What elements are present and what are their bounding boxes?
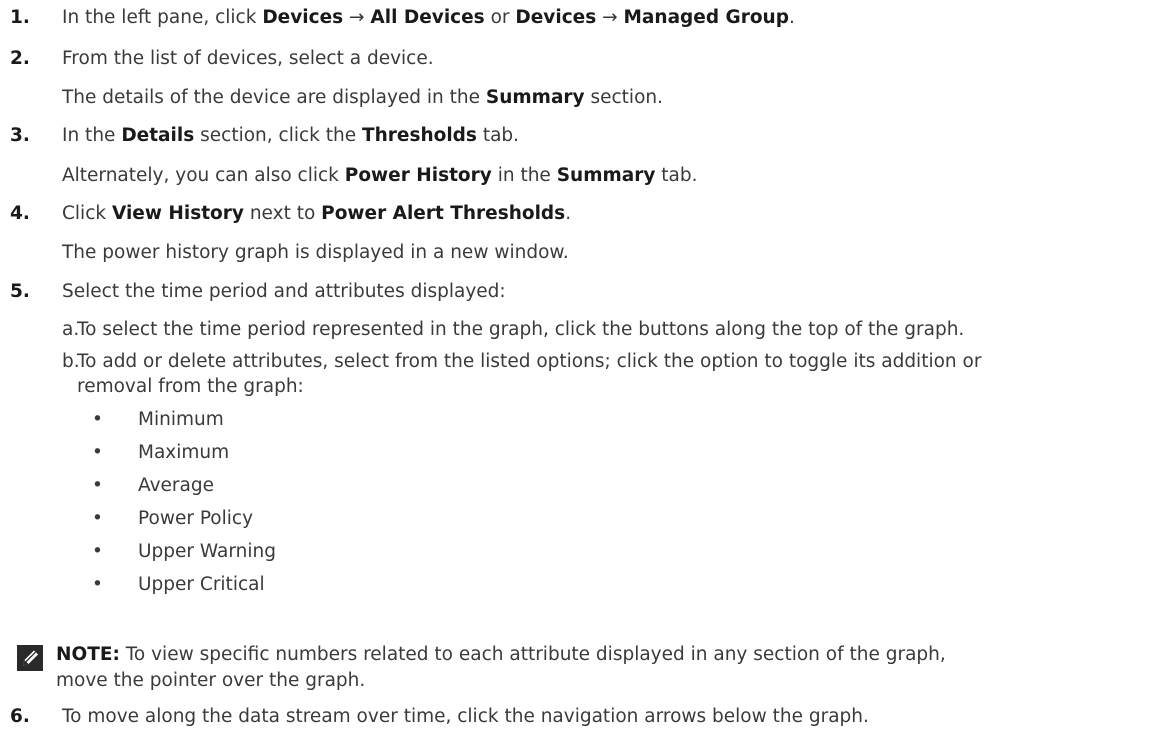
bullet-item: • Upper Critical bbox=[0, 573, 300, 597]
bullet-label: Upper Critical bbox=[138, 574, 265, 595]
bullet-item: • Power Policy bbox=[0, 507, 300, 531]
note-label: NOTE: bbox=[56, 644, 120, 665]
bullet-item: • Maximum bbox=[0, 441, 300, 465]
bullet-dot: • bbox=[92, 508, 103, 529]
step-number: 5. bbox=[10, 281, 30, 302]
bullet-item: • Upper Warning bbox=[0, 540, 300, 564]
step-2-result: The details of the device are displayed … bbox=[62, 87, 663, 108]
bullet-dot: • bbox=[92, 409, 103, 430]
substep-b-text-line-2: removal from the graph: bbox=[77, 376, 304, 397]
bullet-item: • Average bbox=[0, 474, 300, 498]
bullet-dot: • bbox=[92, 541, 103, 562]
step-4-text: Click View History next to Power Alert T… bbox=[62, 203, 572, 224]
step-number: 3. bbox=[10, 125, 30, 146]
bullet-item: • Minimum bbox=[0, 408, 300, 432]
note-pencil-icon bbox=[17, 645, 43, 671]
bullet-label: Maximum bbox=[138, 442, 230, 463]
step-3-text: In the Details section, click the Thresh… bbox=[62, 125, 520, 146]
document-page: 1. In the left pane, click Devices → All… bbox=[0, 0, 1175, 731]
bullet-dot: • bbox=[92, 442, 103, 463]
step-6-text: To move along the data stream over time,… bbox=[62, 706, 869, 727]
bullet-dot: • bbox=[92, 574, 103, 595]
bullet-dot: • bbox=[92, 475, 103, 496]
step-5-text: Select the time period and attributes di… bbox=[62, 281, 506, 302]
step-number: 6. bbox=[10, 706, 30, 727]
step-2-text: From the list of devices, select a devic… bbox=[62, 48, 434, 69]
note-text-line-1: NOTE: To view specific numbers related t… bbox=[56, 644, 946, 665]
note-text-line-2: move the pointer over the graph. bbox=[56, 670, 366, 691]
step-4-result: The power history graph is displayed in … bbox=[62, 242, 569, 263]
bullet-label: Minimum bbox=[138, 409, 224, 430]
bullet-label: Upper Warning bbox=[138, 541, 276, 562]
substep-b-text-line-1: To add or delete attributes, select from… bbox=[77, 351, 982, 372]
bullet-label: Average bbox=[138, 475, 214, 496]
step-number: 2. bbox=[10, 48, 30, 69]
bullet-label: Power Policy bbox=[138, 508, 254, 529]
substep-a-text: To select the time period represented in… bbox=[77, 319, 965, 340]
step-3-result: Alternately, you can also click Power Hi… bbox=[62, 165, 698, 186]
step-number: 4. bbox=[10, 203, 30, 224]
step-1-text: In the left pane, click Devices → All De… bbox=[62, 7, 795, 28]
step-number: 1. bbox=[10, 7, 30, 28]
